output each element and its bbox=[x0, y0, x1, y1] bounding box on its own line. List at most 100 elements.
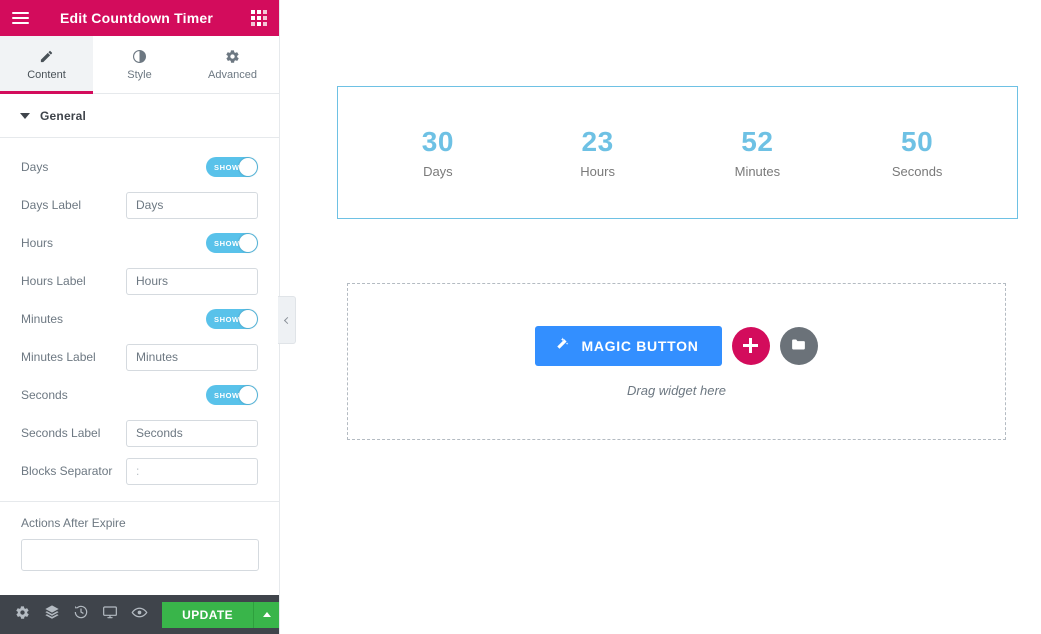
add-section-button[interactable] bbox=[731, 326, 770, 365]
panel-title: Edit Countdown Timer bbox=[59, 10, 214, 26]
elementor-editor: Edit Countdown Timer Content Style Advan… bbox=[0, 0, 1041, 634]
control-hours-label: Hours bbox=[21, 236, 54, 250]
control-blocks-separator-label: Blocks Separator bbox=[21, 464, 113, 478]
actions-after-expire-label: Actions After Expire bbox=[21, 516, 126, 530]
control-actions-after-expire: Actions After Expire bbox=[0, 502, 279, 571]
update-button[interactable]: UPDATE bbox=[162, 601, 254, 628]
days-toggle-state: SHOW bbox=[214, 162, 240, 172]
control-seconds-label-row: Seconds Label bbox=[0, 414, 279, 452]
control-days-label: Days bbox=[21, 160, 49, 174]
hours-label-input[interactable] bbox=[126, 267, 258, 295]
preview-button[interactable] bbox=[125, 595, 154, 634]
actions-after-expire-input[interactable] bbox=[21, 539, 259, 571]
widgets-grid-icon[interactable] bbox=[239, 0, 279, 36]
hamburger-menu-icon[interactable] bbox=[0, 0, 40, 36]
control-seconds-label: Seconds bbox=[21, 388, 68, 402]
hours-toggle-state: SHOW bbox=[214, 238, 240, 248]
gear-icon bbox=[225, 49, 240, 64]
countdown-days-value: 30 bbox=[421, 126, 454, 158]
responsive-mode-button[interactable] bbox=[96, 595, 125, 634]
update-group: UPDATE bbox=[162, 601, 280, 628]
control-minutes-label-caption: Minutes Label bbox=[21, 350, 96, 364]
tab-advanced-label: Advanced bbox=[208, 68, 257, 81]
control-minutes-label: Minutes bbox=[21, 312, 64, 326]
countdown-item-hours: 23 Hours bbox=[518, 126, 678, 178]
tab-style[interactable]: Style bbox=[93, 36, 186, 93]
contrast-icon bbox=[132, 49, 147, 64]
countdown-hours-value: 23 bbox=[581, 126, 614, 158]
minutes-label-input[interactable] bbox=[126, 343, 258, 371]
eye-icon bbox=[131, 604, 148, 626]
panel-tabs: Content Style Advanced bbox=[0, 36, 279, 94]
plus-icon bbox=[743, 338, 759, 353]
countdown-item-seconds: 50 Seconds bbox=[837, 126, 997, 178]
history-button[interactable] bbox=[66, 595, 95, 634]
control-days: Days SHOW bbox=[0, 148, 279, 186]
tab-content-label: Content bbox=[27, 68, 66, 81]
tab-content[interactable]: Content bbox=[0, 36, 93, 94]
countdown-items: 30 Days 23 Hours 52 Minutes 50 Seconds bbox=[338, 126, 1017, 178]
seconds-toggle-knob bbox=[239, 386, 257, 404]
chevron-left-icon bbox=[283, 316, 292, 324]
countdown-widget[interactable]: 30 Days 23 Hours 52 Minutes 50 Seconds bbox=[337, 86, 1018, 219]
countdown-seconds-value: 50 bbox=[901, 126, 934, 158]
control-seconds: Seconds SHOW bbox=[0, 376, 279, 414]
days-toggle[interactable]: SHOW bbox=[206, 157, 258, 177]
caret-down-icon bbox=[20, 112, 30, 119]
gear-icon bbox=[15, 605, 30, 625]
countdown-days-label: Days bbox=[423, 163, 453, 179]
panel-collapse-handle[interactable] bbox=[278, 296, 296, 344]
hours-toggle-knob bbox=[239, 234, 257, 252]
days-label-input[interactable] bbox=[126, 191, 258, 219]
control-hours-label-row: Hours Label bbox=[0, 262, 279, 300]
countdown-minutes-label: Minutes bbox=[734, 163, 781, 179]
magic-button-label: MAGIC BUTTON bbox=[581, 337, 699, 354]
minutes-toggle[interactable]: SHOW bbox=[206, 309, 258, 329]
layers-icon bbox=[44, 604, 60, 625]
minutes-toggle-knob bbox=[239, 310, 257, 328]
minutes-toggle-state: SHOW bbox=[214, 314, 240, 324]
magic-wand-icon bbox=[554, 336, 570, 355]
countdown-minutes-value: 52 bbox=[741, 126, 774, 158]
control-hours: Hours SHOW bbox=[0, 224, 279, 262]
control-minutes: Minutes SHOW bbox=[0, 300, 279, 338]
countdown-item-minutes: 52 Minutes bbox=[678, 126, 838, 178]
template-library-button[interactable] bbox=[779, 326, 818, 365]
folder-icon bbox=[790, 336, 807, 356]
section-general-title: General bbox=[40, 108, 87, 123]
section-general-header[interactable]: General bbox=[0, 94, 279, 138]
hours-toggle[interactable]: SHOW bbox=[206, 233, 258, 253]
control-days-label-row: Days Label bbox=[0, 186, 279, 224]
editor-canvas: 30 Days 23 Hours 52 Minutes 50 Seconds M… bbox=[280, 0, 1041, 634]
navigator-button[interactable] bbox=[37, 595, 66, 634]
pencil-icon bbox=[39, 49, 54, 64]
control-hours-label-caption: Hours Label bbox=[21, 274, 86, 288]
magic-button[interactable]: MAGIC BUTTON bbox=[535, 325, 722, 366]
control-seconds-label-caption: Seconds Label bbox=[21, 426, 101, 440]
countdown-seconds-label: Seconds bbox=[891, 163, 943, 179]
control-minutes-label-row: Minutes Label bbox=[0, 338, 279, 376]
dropzone-hint: Drag widget here bbox=[627, 382, 726, 398]
countdown-hours-label: Hours bbox=[580, 163, 615, 179]
days-toggle-knob bbox=[239, 158, 257, 176]
seconds-label-input[interactable] bbox=[126, 419, 258, 447]
control-days-label-caption: Days Label bbox=[21, 198, 82, 212]
countdown-item-days: 30 Days bbox=[358, 126, 518, 178]
caret-up-icon bbox=[262, 612, 271, 617]
editor-panel: Edit Countdown Timer Content Style Advan… bbox=[0, 0, 280, 634]
seconds-toggle[interactable]: SHOW bbox=[206, 385, 258, 405]
update-options-button[interactable] bbox=[253, 601, 280, 628]
settings-button[interactable] bbox=[8, 595, 37, 634]
tab-style-label: Style bbox=[127, 68, 152, 81]
dropzone-actions: MAGIC BUTTON bbox=[535, 325, 818, 366]
tab-advanced[interactable]: Advanced bbox=[186, 36, 279, 93]
history-icon bbox=[73, 604, 89, 625]
widget-dropzone[interactable]: MAGIC BUTTON Drag widget here bbox=[347, 283, 1006, 440]
panel-controls: Days SHOW Days Label Hours SHOW Hours La… bbox=[0, 138, 279, 595]
seconds-toggle-state: SHOW bbox=[214, 390, 240, 400]
blocks-separator-input[interactable] bbox=[126, 457, 258, 485]
control-blocks-separator-row: Blocks Separator bbox=[0, 452, 279, 490]
panel-header: Edit Countdown Timer bbox=[0, 0, 279, 36]
panel-footer-toolbar: UPDATE bbox=[0, 595, 280, 634]
monitor-icon bbox=[102, 604, 118, 625]
